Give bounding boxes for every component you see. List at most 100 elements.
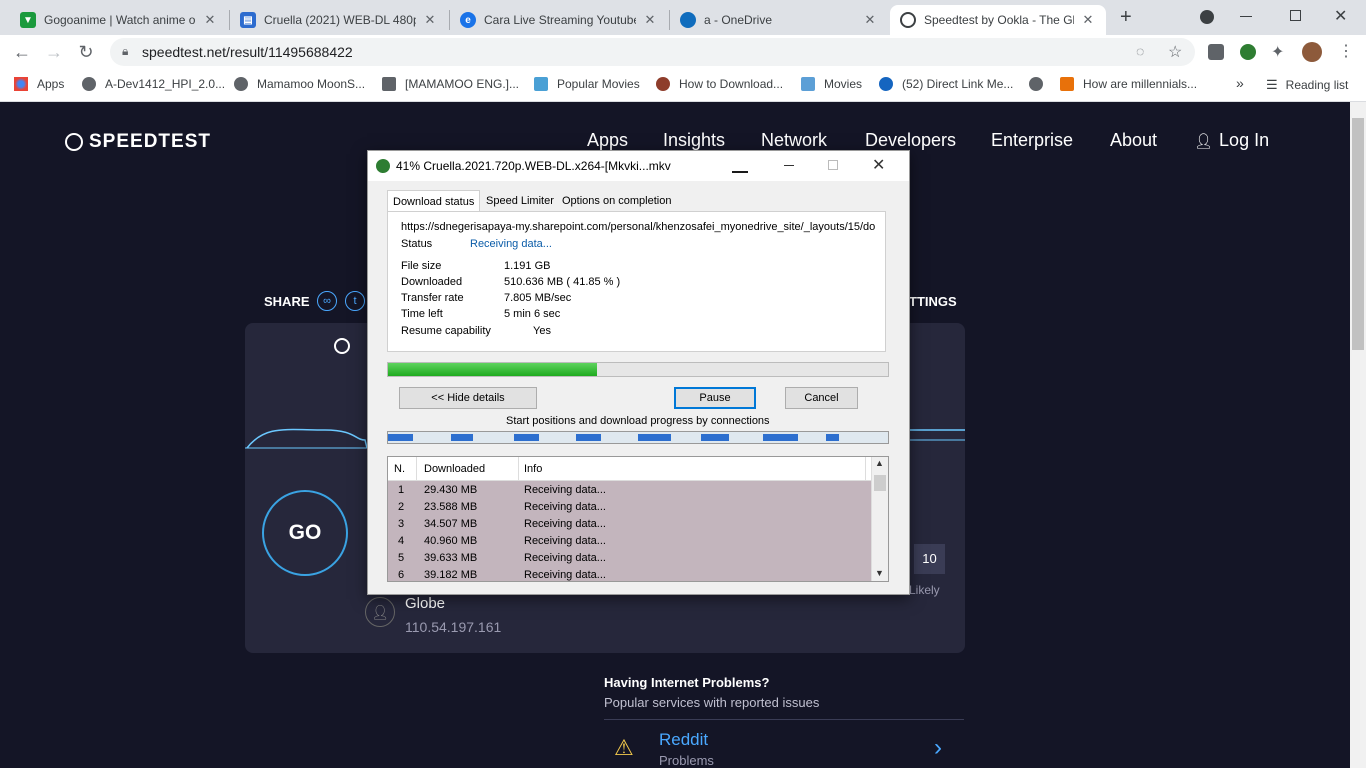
dialog-titlebar[interactable]: 41% Cruella.2021.720p.WEB-DL.x264-[Mkvki… bbox=[368, 151, 909, 181]
hide-details-button[interactable]: << Hide details bbox=[399, 387, 537, 409]
service-status: Problems bbox=[659, 753, 714, 768]
nav-network[interactable]: Network bbox=[761, 130, 827, 151]
scroll-down-icon[interactable]: ▼ bbox=[875, 568, 884, 578]
scrollbar-thumb[interactable] bbox=[1352, 118, 1364, 350]
tab-title: Cruella (2021) WEB-DL 480p bbox=[264, 13, 416, 27]
table-row[interactable]: 4 40.960 MB Receiving data... bbox=[388, 533, 868, 550]
bookmark-item[interactable]: How are millennials... bbox=[1060, 77, 1197, 91]
extension-icon[interactable] bbox=[1208, 44, 1224, 60]
menu-dots-icon[interactable]: ⋮ bbox=[1338, 41, 1354, 61]
new-tab-plus-icon[interactable]: + bbox=[1120, 6, 1132, 29]
profile-avatar[interactable] bbox=[1302, 42, 1322, 62]
tab-title: Speedtest by Ookla - The Glo bbox=[924, 13, 1074, 27]
idm-app-icon bbox=[376, 159, 390, 173]
dialog-title: 41% Cruella.2021.720p.WEB-DL.x264-[Mkvki… bbox=[396, 159, 671, 173]
close-tab-icon[interactable]: ✕ bbox=[642, 12, 658, 28]
bookmark-item[interactable]: Popular Movies bbox=[534, 77, 640, 91]
bookmark-item[interactable]: (52) Direct Link Me... bbox=[879, 77, 1013, 91]
warning-icon: ⚠ bbox=[614, 735, 634, 760]
forward-arrow-icon[interactable]: → bbox=[42, 40, 66, 64]
tab-search-icon[interactable] bbox=[1200, 10, 1214, 24]
service-name[interactable]: Reddit bbox=[659, 730, 708, 750]
url-text[interactable]: speedtest.net/result/11495688422 bbox=[142, 44, 353, 60]
tab-download-status[interactable]: Download status bbox=[387, 190, 481, 212]
dialog-close-icon[interactable]: ✕ bbox=[872, 155, 885, 175]
table-row[interactable]: 5 39.633 MB Receiving data... bbox=[388, 550, 868, 567]
connections-bar bbox=[387, 431, 889, 444]
address-bar[interactable]: 🔒︎ speedtest.net/result/11495688422 ◌ ☆ bbox=[110, 38, 1195, 66]
status-value: Receiving data... bbox=[470, 238, 552, 250]
bookmark-item[interactable] bbox=[1029, 77, 1052, 91]
close-tab-icon[interactable]: ✕ bbox=[862, 12, 878, 28]
table-row[interactable]: 2 23.588 MB Receiving data... bbox=[388, 499, 868, 516]
go-button[interactable]: GO bbox=[262, 490, 348, 576]
status-panel: https://sdnegerisapaya-my.sharepoint.com… bbox=[387, 211, 886, 352]
nav-about[interactable]: About bbox=[1110, 130, 1157, 151]
film-favicon-icon: ▤ bbox=[240, 12, 256, 28]
problems-title: Having Internet Problems? bbox=[604, 675, 770, 690]
browser-tab-active[interactable]: Speedtest by Ookla - The Glo ✕ bbox=[890, 5, 1106, 35]
score-badge: 10 bbox=[914, 544, 945, 574]
nav-apps[interactable]: Apps bbox=[587, 130, 628, 151]
browser-tab[interactable]: ▤ Cruella (2021) WEB-DL 480p ✕ bbox=[230, 5, 448, 35]
close-tab-icon[interactable]: ✕ bbox=[422, 12, 438, 28]
reading-list[interactable]: ☰ Reading list bbox=[1266, 77, 1348, 93]
bookmark-item[interactable]: How to Download... bbox=[656, 77, 783, 91]
bookmark-item[interactable]: Mamamoo MoonS... bbox=[234, 77, 365, 91]
settings-label[interactable]: TTINGS bbox=[909, 294, 957, 309]
globe-icon bbox=[1029, 77, 1043, 91]
nav-enterprise[interactable]: Enterprise bbox=[991, 130, 1073, 151]
cancel-button[interactable]: Cancel bbox=[785, 387, 858, 409]
login-link[interactable]: 👤︎ Log In bbox=[1194, 130, 1269, 151]
table-row[interactable]: 1 29.430 MB Receiving data... bbox=[388, 482, 868, 499]
column-header[interactable]: Downloaded bbox=[424, 463, 485, 475]
globe-extension-icon[interactable] bbox=[1240, 44, 1256, 60]
share-link-icon[interactable]: ∞ bbox=[317, 291, 337, 311]
ip-address: 110.54.197.161 bbox=[405, 619, 502, 635]
minimize-icon[interactable] bbox=[784, 165, 794, 166]
scroll-thumb[interactable] bbox=[874, 475, 886, 491]
close-window-icon[interactable]: ✕ bbox=[1334, 6, 1347, 26]
scroll-up-icon[interactable]: ▲ bbox=[875, 458, 884, 468]
nav-developers[interactable]: Developers bbox=[865, 130, 956, 151]
column-header[interactable]: Info bbox=[524, 463, 542, 475]
browser-tab[interactable]: e Cara Live Streaming Youtube ✕ bbox=[450, 5, 668, 35]
table-scrollbar[interactable]: ▲ ▼ bbox=[871, 457, 888, 581]
more-bookmarks-icon[interactable]: » bbox=[1236, 75, 1244, 91]
chevron-right-icon[interactable]: › bbox=[934, 734, 942, 762]
eye-off-icon[interactable]: ◌ bbox=[1136, 43, 1144, 59]
bookmark-item[interactable]: [MAMAMOO ENG.]... bbox=[382, 77, 519, 91]
bookmark-star-icon[interactable]: ☆ bbox=[1168, 42, 1182, 62]
bookmarks-bar: Apps A-Dev1412_HPI_2.0... Mamamoo MoonS.… bbox=[0, 69, 1366, 102]
twitter-icon[interactable]: t bbox=[345, 291, 365, 311]
pause-button[interactable]: Pause bbox=[674, 387, 756, 409]
globe-icon bbox=[82, 77, 96, 91]
close-tab-icon[interactable]: ✕ bbox=[202, 12, 218, 28]
tab-options-on-completion[interactable]: Options on completion bbox=[557, 191, 676, 211]
table-header: N. Downloaded Info bbox=[388, 457, 871, 481]
nav-insights[interactable]: Insights bbox=[663, 130, 725, 151]
close-tab-icon[interactable]: ✕ bbox=[1080, 12, 1096, 28]
column-header[interactable]: N. bbox=[394, 463, 405, 475]
reload-icon[interactable]: ↻ bbox=[74, 40, 98, 64]
minimize-window-icon[interactable] bbox=[1240, 16, 1252, 17]
bookmark-item[interactable]: A-Dev1412_HPI_2.0... bbox=[82, 77, 225, 91]
tab-speed-limiter[interactable]: Speed Limiter bbox=[481, 191, 559, 211]
browser-tab[interactable]: a - OneDrive ✕ bbox=[670, 5, 888, 35]
user-icon: 👤︎ bbox=[1194, 133, 1214, 150]
table-row[interactable]: 3 34.507 MB Receiving data... bbox=[388, 516, 868, 533]
table-row[interactable]: 6 39.182 MB Receiving data... bbox=[388, 567, 868, 581]
browser-tab[interactable]: ▼ Gogoanime | Watch anime o ✕ bbox=[10, 5, 228, 35]
speedtest-logo[interactable]: SPEEDTEST bbox=[65, 131, 211, 153]
extensions-puzzle-icon[interactable]: ✦ bbox=[1271, 42, 1284, 62]
bookmark-apps[interactable]: Apps bbox=[14, 77, 64, 91]
restore-window-icon[interactable] bbox=[1290, 10, 1301, 21]
field-label: Transfer rate bbox=[401, 292, 464, 304]
table-body: 1 29.430 MB Receiving data... 2 23.588 MB Re… bbox=[388, 481, 871, 581]
back-arrow-icon[interactable]: ← bbox=[10, 40, 34, 64]
bookmark-item[interactable]: Movies bbox=[801, 77, 862, 91]
field-value: 1.191 GB bbox=[504, 260, 551, 272]
progress-fill bbox=[388, 363, 598, 376]
likely-label: Likely bbox=[909, 583, 940, 597]
onedrive-cloud-icon bbox=[680, 12, 696, 28]
